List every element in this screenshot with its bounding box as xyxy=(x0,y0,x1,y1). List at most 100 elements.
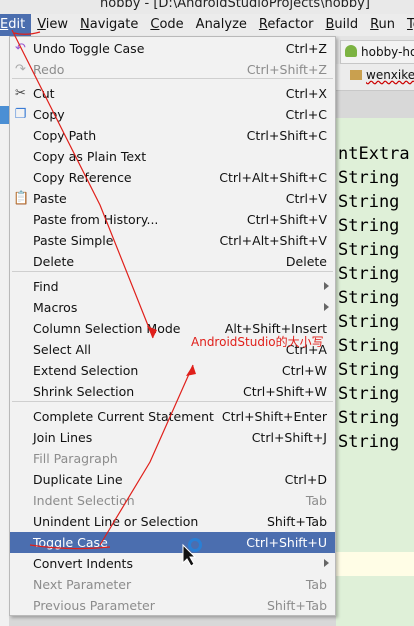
menu-item-label: Previous Parameter xyxy=(33,598,155,613)
menu-item-shortcut: Shift+Tab xyxy=(266,514,327,529)
code-line: String xyxy=(338,216,400,236)
menu-item-join-lines[interactable]: Join Lines Ctrl+Shift+J xyxy=(10,427,335,448)
menu-item-find[interactable]: Find xyxy=(10,276,335,297)
code-line: String xyxy=(338,408,400,428)
menu-item-shortcut: Ctrl+Shift+J xyxy=(251,430,327,445)
menu-item-label: Complete Current Statement xyxy=(33,409,214,424)
menu-item-macros[interactable]: Macros xyxy=(10,297,335,318)
breadcrumb-label: wenxike xyxy=(366,68,414,82)
menu-edit[interactable]: Edit xyxy=(0,14,32,36)
menu-item-complete-current-statement[interactable]: Complete Current Statement Ctrl+Shift+Ent… xyxy=(10,406,335,427)
code-line: ntExtra xyxy=(338,144,410,164)
code-line: String xyxy=(338,288,400,308)
menu-item-shortcut: Ctrl+X xyxy=(285,86,327,101)
project-tool-button[interactable] xyxy=(0,106,9,124)
window-title: hobby - [D:\AndroidStudioProjects\hobby] xyxy=(100,0,370,11)
menu-item-next-parameter[interactable]: Next Parameter Tab xyxy=(10,574,335,595)
menu-item-copy-as-plain-text[interactable]: Copy as Plain Text xyxy=(10,146,335,167)
menu-view[interactable]: View xyxy=(31,14,74,36)
code-line: String xyxy=(338,264,400,284)
menu-item-copy-reference[interactable]: Copy Reference Ctrl+Alt+Shift+C xyxy=(10,167,335,188)
code-line: String xyxy=(338,360,400,380)
copy-icon: ❐ xyxy=(14,107,27,122)
menu-item-toggle-case[interactable]: Toggle Case Ctrl+Shift+U xyxy=(10,532,335,553)
menu-item-shortcut: Shift+Tab xyxy=(266,598,327,613)
menu-item-delete[interactable]: Delete Delete xyxy=(10,251,335,272)
menu-run[interactable]: Run xyxy=(364,14,401,36)
menu-item-paste-from-history[interactable]: Paste from History... Ctrl+Shift+V xyxy=(10,209,335,230)
paste-icon: 📋 xyxy=(13,191,30,206)
menu-build[interactable]: Build xyxy=(319,14,364,36)
menu-item-label: Redo xyxy=(33,62,65,77)
menu-item-label: Paste xyxy=(33,191,67,206)
menu-item-indent-selection[interactable]: Indent Selection Tab xyxy=(10,490,335,511)
menu-analyze[interactable]: Analyze xyxy=(190,14,253,36)
menu-item-copy-path[interactable]: Copy Path Ctrl+Shift+C xyxy=(10,125,335,146)
code-line: String xyxy=(338,312,400,332)
submenu-arrow-icon xyxy=(324,559,329,567)
menu-item-shortcut: Delete xyxy=(285,254,327,269)
menu-item-label: Copy xyxy=(33,107,65,122)
menu-item-label: Paste Simple xyxy=(33,233,114,248)
edit-menu-dropdown: ↶ Undo Toggle Case Ctrl+Z ↷ Redo Ctrl+Shift+Z… xyxy=(9,36,336,616)
busy-cursor-icon xyxy=(188,538,202,552)
menu-item-label: Undo Toggle Case xyxy=(33,41,145,56)
menu-item-cut[interactable]: ✂ Cut Ctrl+X xyxy=(10,83,335,104)
menu-item-paste-simple[interactable]: Paste Simple Ctrl+Alt+Shift+V xyxy=(10,230,335,251)
menu-code[interactable]: Code xyxy=(144,14,189,36)
menu-item-shortcut: Ctrl+D xyxy=(284,472,327,487)
menu-item-shortcut: Ctrl+C xyxy=(285,107,327,122)
code-line: String xyxy=(338,240,400,260)
menu-item-label: Paste from History... xyxy=(33,212,159,227)
scissors-icon: ✂ xyxy=(15,86,26,101)
editor-tab[interactable]: hobby-ho xyxy=(340,40,414,64)
submenu-arrow-icon xyxy=(324,282,329,290)
code-editor[interactable]: ntExtra String String String String String Str… xyxy=(336,118,414,626)
menu-item-label: Unindent Line or Selection xyxy=(33,514,199,529)
menu-item-label: Macros xyxy=(33,300,78,315)
menu-item-label: Find xyxy=(33,279,59,294)
menu-item-shortcut: Tab xyxy=(305,577,327,592)
menu-separator xyxy=(12,401,333,402)
menu-item-undo-toggle-case[interactable]: ↶ Undo Toggle Case Ctrl+Z xyxy=(10,38,335,59)
code-line: String xyxy=(338,336,400,356)
menu-too[interactable]: Too xyxy=(401,14,414,36)
menu-item-shortcut: Tab xyxy=(305,493,327,508)
menu-item-paste[interactable]: 📋 Paste Ctrl+V xyxy=(10,188,335,209)
menu-item-label: Copy Path xyxy=(33,128,97,143)
menu-item-shortcut: Ctrl+Shift+V xyxy=(246,212,327,227)
menu-separator xyxy=(12,78,333,79)
menu-item-convert-indents[interactable]: Convert Indents xyxy=(10,553,335,574)
menu-item-label: Copy as Plain Text xyxy=(33,149,147,164)
menu-item-fill-paragraph[interactable]: Fill Paragraph xyxy=(10,448,335,469)
submenu-arrow-icon xyxy=(324,303,329,311)
annotation-note: AndroidStudio的大小写 xyxy=(191,335,324,349)
menu-item-label: Delete xyxy=(33,254,75,269)
menu-refactor[interactable]: Refactor xyxy=(253,14,320,36)
menu-item-unindent-line-or-selection[interactable]: Unindent Line or Selection Shift+Tab xyxy=(10,511,335,532)
menu-item-extend-selection[interactable]: Extend Selection Ctrl+W xyxy=(10,360,335,381)
undo-icon: ↶ xyxy=(15,41,26,56)
redo-icon: ↷ xyxy=(15,62,26,77)
breadcrumb[interactable]: wenxike xyxy=(350,68,414,82)
code-line: String xyxy=(338,432,400,452)
menu-item-redo[interactable]: ↷ Redo Ctrl+Shift+Z xyxy=(10,59,335,80)
menu-bar: Edit View Navigate Code Analyze Refactor Build… xyxy=(0,14,414,37)
menu-item-shortcut: Ctrl+Shift+W xyxy=(243,384,327,399)
menu-item-label: Indent Selection xyxy=(33,493,135,508)
code-line: String xyxy=(338,192,400,212)
menu-item-label: Cut xyxy=(33,86,55,101)
menu-item-shortcut: Ctrl+W xyxy=(281,363,327,378)
window-title-bar: hobby - [D:\AndroidStudioProjects\hobby] xyxy=(0,0,414,14)
menu-item-shortcut: Ctrl+Alt+Shift+C xyxy=(219,170,327,185)
current-line-highlight xyxy=(336,552,414,576)
menu-item-label: Extend Selection xyxy=(33,363,139,378)
code-line: String xyxy=(338,168,400,188)
menu-item-shortcut: Ctrl+V xyxy=(285,191,327,206)
menu-item-shrink-selection[interactable]: Shrink Selection Ctrl+Shift+W xyxy=(10,381,335,402)
menu-item-copy[interactable]: ❐ Copy Ctrl+C xyxy=(10,104,335,125)
menu-item-shortcut: Ctrl+Alt+Shift+V xyxy=(219,233,327,248)
menu-item-duplicate-line[interactable]: Duplicate Line Ctrl+D xyxy=(10,469,335,490)
menu-navigate[interactable]: Navigate xyxy=(74,14,144,36)
menu-item-previous-parameter[interactable]: Previous Parameter Shift+Tab xyxy=(10,595,335,616)
